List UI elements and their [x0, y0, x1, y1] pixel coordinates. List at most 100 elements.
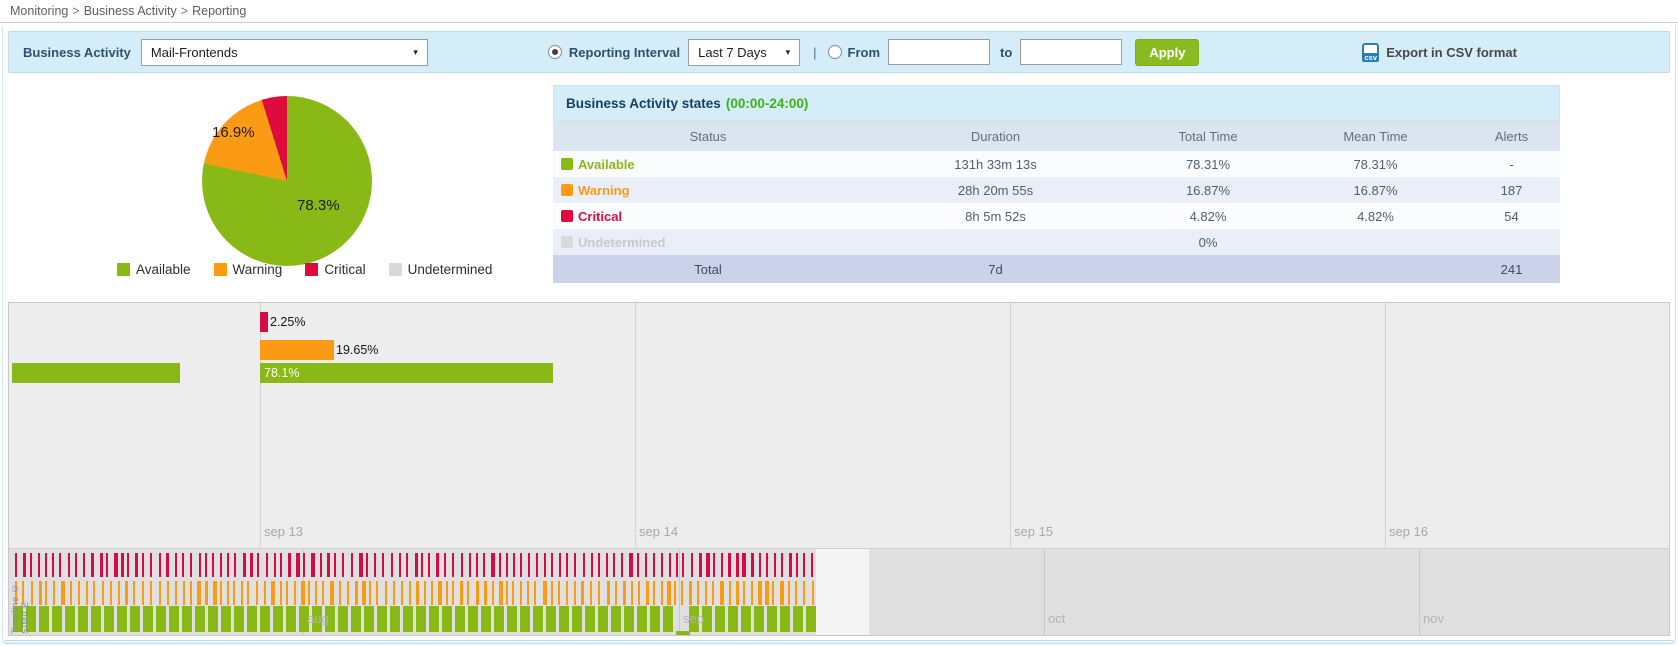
event-tick	[646, 581, 650, 605]
legend-swatch	[214, 263, 227, 276]
column-header: Alerts	[1463, 129, 1560, 144]
event-tick	[241, 581, 243, 605]
event-tick	[629, 553, 633, 577]
event-tick	[91, 606, 101, 632]
event-tick	[689, 581, 693, 605]
event-tick	[330, 581, 334, 605]
event-tick	[806, 606, 816, 632]
event-tick	[781, 553, 783, 577]
event-tick	[377, 606, 387, 632]
column-header: Mean Time	[1288, 129, 1463, 144]
event-tick	[351, 606, 361, 632]
cell: 4.82%	[1288, 209, 1463, 224]
column-header: Total Time	[1128, 129, 1288, 144]
legend-swatch	[305, 263, 318, 276]
event-tick	[721, 553, 723, 577]
event-tick	[699, 553, 703, 577]
event-tick	[68, 553, 70, 577]
table-row: Available131h 33m 13s78.31%78.31%-	[553, 151, 1560, 177]
event-tick	[327, 553, 331, 577]
event-tick	[401, 581, 403, 605]
event-tick	[780, 581, 784, 605]
event-tick	[403, 606, 413, 632]
event-tick	[374, 553, 376, 577]
day-gridline	[1385, 303, 1386, 550]
event-tick	[106, 553, 108, 577]
reporting-interval-select[interactable]: Last 7 Days ▾	[688, 39, 800, 66]
event-tick	[803, 553, 805, 577]
event-tick	[266, 553, 268, 577]
event-tick	[234, 553, 236, 577]
event-tick	[416, 581, 420, 605]
page-right-edge	[1675, 26, 1676, 642]
breadcrumb-item[interactable]: Reporting	[192, 4, 246, 18]
custom-range-radio[interactable]	[828, 45, 842, 59]
apply-button[interactable]: Apply	[1135, 39, 1199, 66]
cell: 78.31%	[1128, 157, 1288, 172]
event-tick	[257, 553, 259, 577]
event-tick	[736, 581, 740, 605]
event-tick	[499, 581, 503, 605]
event-tick	[52, 553, 54, 577]
legend-item: Available	[117, 262, 191, 277]
event-tick	[728, 606, 738, 632]
event-tick	[385, 581, 387, 605]
business-activity-select[interactable]: Mail-Frontends ▾	[141, 39, 428, 66]
event-tick	[303, 553, 305, 577]
event-tick	[452, 581, 454, 605]
from-date-input[interactable]	[888, 39, 990, 65]
event-tick	[391, 553, 393, 577]
legend-label: Warning	[233, 262, 283, 277]
event-tick	[338, 606, 348, 632]
states-panel-title: Business Activity states (00:00-24:00)	[553, 85, 1560, 121]
event-tick	[117, 606, 127, 632]
event-tick	[467, 581, 469, 605]
event-tick	[674, 581, 676, 605]
event-tick	[431, 581, 433, 605]
event-tick	[250, 553, 254, 577]
from-label: From	[848, 45, 881, 60]
event-tick	[572, 606, 582, 632]
to-date-input[interactable]	[1020, 39, 1122, 65]
event-tick	[551, 581, 553, 605]
timeline-overview-band[interactable]: Timeline © SIMILE augsepoctnov	[9, 548, 1669, 635]
status-swatch	[561, 158, 573, 170]
event-tick	[663, 606, 673, 632]
event-tick	[409, 581, 411, 605]
event-tick	[359, 553, 363, 577]
export-csv-link[interactable]: csv Export in CSV format	[1362, 43, 1517, 62]
event-tick	[221, 606, 231, 632]
event-tick	[803, 581, 805, 605]
day-gridline	[635, 303, 636, 550]
event-tick	[190, 553, 192, 577]
timeline-bar-critical	[260, 312, 268, 332]
event-tick	[102, 581, 104, 605]
month-marker	[676, 631, 690, 635]
event-tick	[533, 606, 543, 632]
event-tick	[520, 606, 530, 632]
event-tick	[536, 553, 538, 577]
event-tick	[227, 581, 229, 605]
event-tick	[286, 606, 296, 632]
event-tick	[118, 581, 120, 605]
event-tick	[468, 606, 478, 632]
breadcrumb-item[interactable]: Monitoring	[10, 4, 68, 18]
overview-viewport[interactable]	[816, 549, 869, 635]
breadcrumb-item[interactable]: Business Activity	[84, 4, 177, 18]
timeline-main-band[interactable]: sep 13sep 14sep 15sep 162.25%19.65%78.1%	[9, 303, 1669, 550]
status-label: Undetermined	[578, 235, 665, 250]
event-tick	[334, 553, 336, 577]
event-tick	[653, 553, 655, 577]
table-row: Undetermined0%	[553, 229, 1560, 255]
event-tick	[661, 581, 663, 605]
event-tick	[125, 581, 129, 605]
event-tick	[197, 581, 201, 605]
status-swatch	[561, 184, 573, 196]
legend-swatch	[117, 263, 130, 276]
reporting-interval-radio[interactable]	[548, 45, 562, 59]
event-tick	[551, 553, 553, 577]
event-tick	[339, 581, 341, 605]
event-tick	[399, 553, 401, 577]
event-tick	[247, 606, 257, 632]
event-tick	[286, 581, 288, 605]
